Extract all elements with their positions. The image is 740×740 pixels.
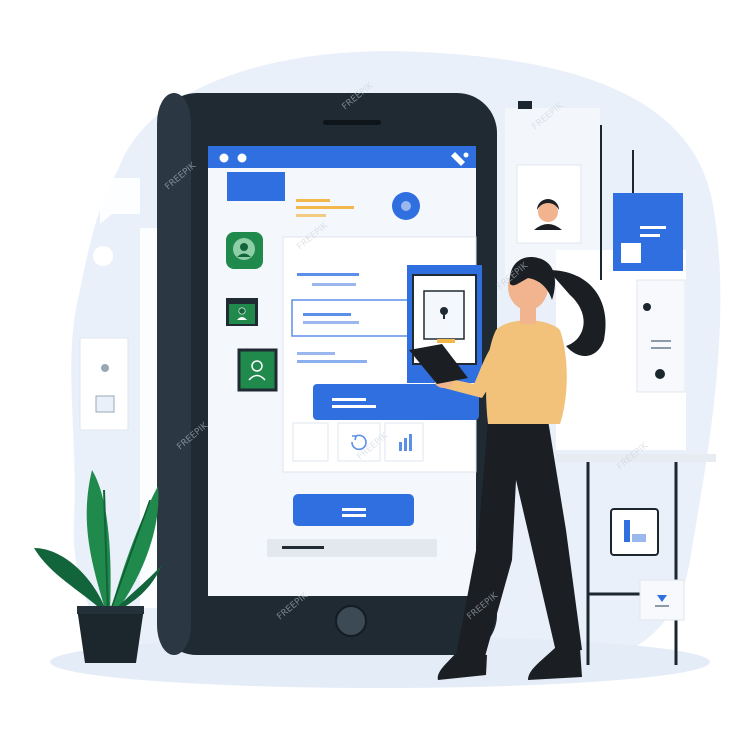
screen-top-bar bbox=[208, 146, 476, 168]
bottom-bar-line bbox=[282, 546, 324, 549]
right-info-line-2 bbox=[651, 347, 671, 349]
shelf-small-line bbox=[655, 605, 669, 607]
screen-menu-block[interactable] bbox=[227, 172, 285, 201]
right-info-toggle bbox=[655, 369, 665, 379]
cabinet-card bbox=[610, 508, 659, 556]
form-text-line-3 bbox=[297, 352, 335, 355]
id-card-tile[interactable] bbox=[237, 348, 278, 392]
screen-heading-line-3 bbox=[296, 214, 326, 217]
form-text-line-4 bbox=[297, 360, 367, 363]
form-input-line-2 bbox=[303, 321, 359, 324]
form-input-line-1 bbox=[303, 313, 351, 316]
phone-speaker bbox=[323, 120, 381, 125]
right-info-line-1 bbox=[651, 340, 671, 342]
plant-pot bbox=[77, 608, 144, 663]
ceiling-lamp bbox=[518, 101, 532, 109]
chat-user-icon bbox=[233, 238, 255, 260]
tile-blank[interactable] bbox=[292, 422, 329, 462]
blue-note-line-1 bbox=[640, 226, 666, 229]
primary-action-line-1 bbox=[332, 398, 366, 401]
wall-card-left-icon bbox=[95, 395, 115, 413]
primary-action-line-2 bbox=[332, 405, 376, 408]
blue-note-line-2 bbox=[640, 234, 660, 237]
screen-heading-line-1 bbox=[296, 199, 330, 202]
form-input-field[interactable] bbox=[291, 299, 411, 337]
submit-line-2 bbox=[342, 514, 366, 517]
submit-line-1 bbox=[342, 508, 366, 511]
screen-heading-line-2 bbox=[296, 206, 354, 209]
right-info-dot bbox=[643, 303, 651, 311]
mobile-app-illustration: FREEPIK FREEPIK FREEPIK FREEPIK FREEPIK … bbox=[34, 51, 721, 688]
bg-bubble-deco bbox=[93, 246, 113, 266]
home-button-icon[interactable] bbox=[335, 605, 367, 637]
form-text-line-2 bbox=[312, 283, 356, 286]
profile-badge-inner bbox=[401, 201, 411, 211]
illustration-stage: FREEPIK FREEPIK FREEPIK FREEPIK FREEPIK … bbox=[0, 0, 740, 740]
wall-card-left-dot bbox=[101, 364, 109, 372]
popup-card-accent bbox=[437, 339, 455, 343]
blue-note-square bbox=[621, 243, 641, 263]
form-text-line-1 bbox=[297, 273, 359, 276]
wall-card-left bbox=[79, 337, 129, 431]
